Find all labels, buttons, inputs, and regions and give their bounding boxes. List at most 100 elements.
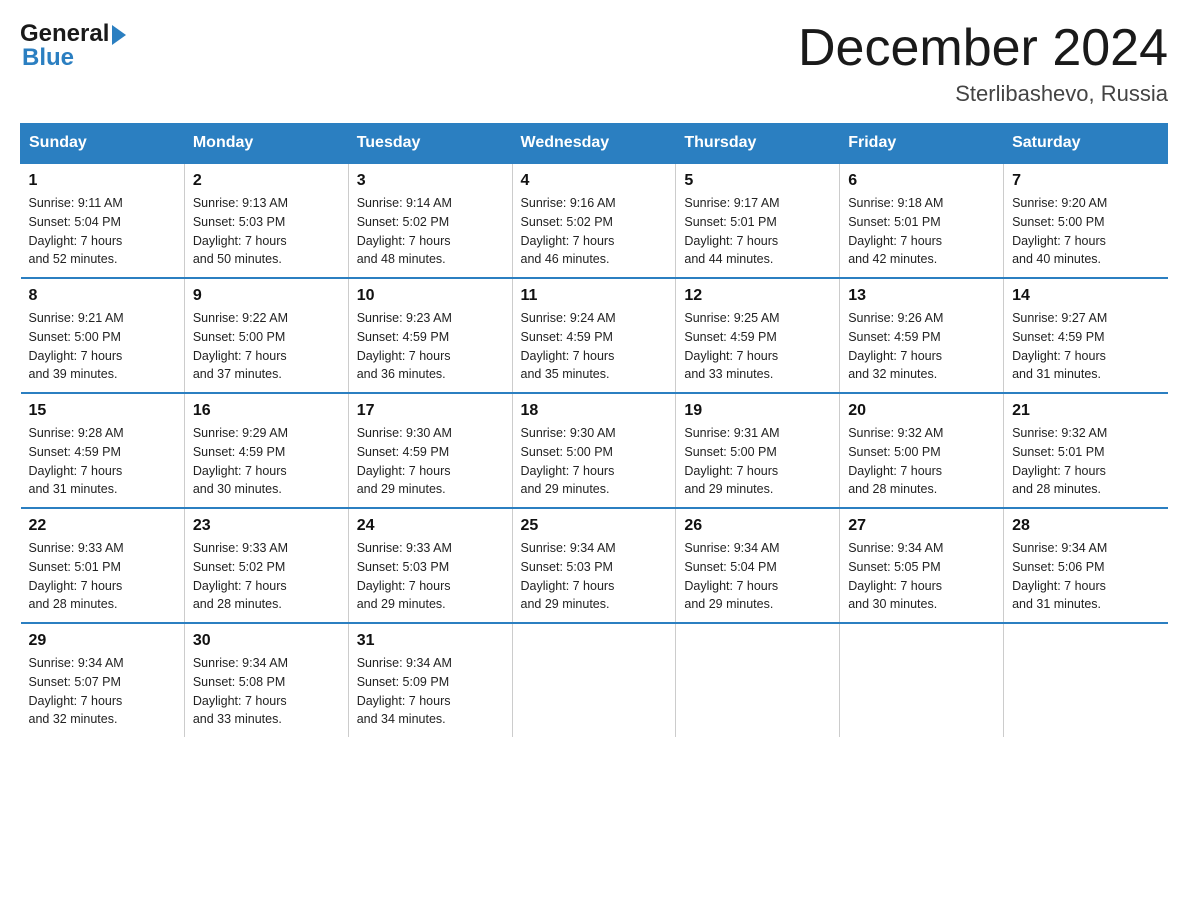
day-number: 11	[521, 287, 668, 305]
day-info: Sunrise: 9:34 AM Sunset: 5:04 PM Dayligh…	[684, 539, 831, 614]
day-number: 1	[29, 172, 176, 190]
calendar-cell: 4 Sunrise: 9:16 AM Sunset: 5:02 PM Daylig…	[512, 163, 676, 278]
day-number: 9	[193, 287, 340, 305]
calendar-cell: 3Sunrise: 9:14 AM Sunset: 5:02 PM Daylig…	[348, 163, 512, 278]
day-number: 10	[357, 287, 504, 305]
day-info: Sunrise: 9:22 AM Sunset: 5:00 PM Dayligh…	[193, 309, 340, 384]
calendar-cell: 30 Sunrise: 9:34 AM Sunset: 5:08 PM Dayli…	[184, 623, 348, 737]
day-info: Sunrise: 9:20 AM Sunset: 5:00 PM Dayligh…	[1012, 194, 1159, 269]
day-info: Sunrise: 9:28 AM Sunset: 4:59 PM Dayligh…	[29, 424, 176, 499]
day-info: Sunrise: 9:33 AM Sunset: 5:03 PM Dayligh…	[357, 539, 504, 614]
day-number: 13	[848, 287, 995, 305]
day-number: 26	[684, 517, 831, 535]
calendar-cell	[676, 623, 840, 737]
calendar-cell: 2 Sunrise: 9:13 AM Sunset: 5:03 PM Daylig…	[184, 163, 348, 278]
calendar-cell: 15 Sunrise: 9:28 AM Sunset: 4:59 PM Dayli…	[21, 393, 185, 508]
day-header-saturday: Saturday	[1004, 124, 1168, 164]
day-info: Sunrise: 9:33 AM Sunset: 5:01 PM Dayligh…	[29, 539, 176, 614]
day-info: Sunrise: 9:24 AM Sunset: 4:59 PM Dayligh…	[521, 309, 668, 384]
calendar-cell	[840, 623, 1004, 737]
calendar-cell: 5 Sunrise: 9:17 AM Sunset: 5:01 PM Daylig…	[676, 163, 840, 278]
calendar-cell	[1004, 623, 1168, 737]
calendar-table: SundayMondayTuesdayWednesdayThursdayFrid…	[20, 123, 1168, 737]
calendar-cell: 24Sunrise: 9:33 AM Sunset: 5:03 PM Dayli…	[348, 508, 512, 623]
day-info: Sunrise: 9:32 AM Sunset: 5:01 PM Dayligh…	[1012, 424, 1159, 499]
calendar-cell: 21 Sunrise: 9:32 AM Sunset: 5:01 PM Dayli…	[1004, 393, 1168, 508]
day-info: Sunrise: 9:34 AM Sunset: 5:06 PM Dayligh…	[1012, 539, 1159, 614]
day-number: 18	[521, 402, 668, 420]
calendar-cell: 18Sunrise: 9:30 AM Sunset: 5:00 PM Dayli…	[512, 393, 676, 508]
day-number: 22	[29, 517, 176, 535]
day-number: 14	[1012, 287, 1159, 305]
day-info: Sunrise: 9:34 AM Sunset: 5:09 PM Dayligh…	[357, 654, 504, 729]
day-info: Sunrise: 9:17 AM Sunset: 5:01 PM Dayligh…	[684, 194, 831, 269]
day-info: Sunrise: 9:34 AM Sunset: 5:07 PM Dayligh…	[29, 654, 176, 729]
day-info: Sunrise: 9:25 AM Sunset: 4:59 PM Dayligh…	[684, 309, 831, 384]
calendar-cell: 16 Sunrise: 9:29 AM Sunset: 4:59 PM Dayli…	[184, 393, 348, 508]
week-row-3: 15 Sunrise: 9:28 AM Sunset: 4:59 PM Dayli…	[21, 393, 1168, 508]
calendar-cell: 6 Sunrise: 9:18 AM Sunset: 5:01 PM Daylig…	[840, 163, 1004, 278]
calendar-cell: 13 Sunrise: 9:26 AM Sunset: 4:59 PM Dayli…	[840, 278, 1004, 393]
day-info: Sunrise: 9:21 AM Sunset: 5:00 PM Dayligh…	[29, 309, 176, 384]
day-info: Sunrise: 9:30 AM Sunset: 4:59 PM Dayligh…	[357, 424, 504, 499]
day-header-monday: Monday	[184, 124, 348, 164]
calendar-cell: 27Sunrise: 9:34 AM Sunset: 5:05 PM Dayli…	[840, 508, 1004, 623]
day-number: 31	[357, 632, 504, 650]
page-header: General Blue December 2024 Sterlibashevo…	[20, 20, 1168, 107]
day-info: Sunrise: 9:32 AM Sunset: 5:00 PM Dayligh…	[848, 424, 995, 499]
day-info: Sunrise: 9:29 AM Sunset: 4:59 PM Dayligh…	[193, 424, 340, 499]
calendar-cell: 23Sunrise: 9:33 AM Sunset: 5:02 PM Dayli…	[184, 508, 348, 623]
calendar-cell: 26 Sunrise: 9:34 AM Sunset: 5:04 PM Dayli…	[676, 508, 840, 623]
calendar-cell: 7 Sunrise: 9:20 AM Sunset: 5:00 PM Daylig…	[1004, 163, 1168, 278]
day-number: 7	[1012, 172, 1159, 190]
day-number: 4	[521, 172, 668, 190]
day-number: 12	[684, 287, 831, 305]
day-info: Sunrise: 9:16 AM Sunset: 5:02 PM Dayligh…	[521, 194, 668, 269]
day-number: 16	[193, 402, 340, 420]
day-number: 6	[848, 172, 995, 190]
week-row-2: 8Sunrise: 9:21 AM Sunset: 5:00 PM Daylig…	[21, 278, 1168, 393]
calendar-cell: 14 Sunrise: 9:27 AM Sunset: 4:59 PM Dayli…	[1004, 278, 1168, 393]
week-row-5: 29Sunrise: 9:34 AM Sunset: 5:07 PM Dayli…	[21, 623, 1168, 737]
day-header-thursday: Thursday	[676, 124, 840, 164]
day-header-row: SundayMondayTuesdayWednesdayThursdayFrid…	[21, 124, 1168, 164]
logo: General Blue	[20, 20, 126, 72]
day-number: 20	[848, 402, 995, 420]
day-number: 2	[193, 172, 340, 190]
calendar-cell: 1 Sunrise: 9:11 AM Sunset: 5:04 PM Daylig…	[21, 163, 185, 278]
calendar-cell: 12 Sunrise: 9:25 AM Sunset: 4:59 PM Dayli…	[676, 278, 840, 393]
day-info: Sunrise: 9:11 AM Sunset: 5:04 PM Dayligh…	[29, 194, 176, 269]
day-number: 21	[1012, 402, 1159, 420]
day-number: 17	[357, 402, 504, 420]
day-info: Sunrise: 9:26 AM Sunset: 4:59 PM Dayligh…	[848, 309, 995, 384]
title-block: December 2024 Sterlibashevo, Russia	[798, 20, 1168, 107]
day-number: 28	[1012, 517, 1159, 535]
day-header-wednesday: Wednesday	[512, 124, 676, 164]
day-number: 5	[684, 172, 831, 190]
day-info: Sunrise: 9:33 AM Sunset: 5:02 PM Dayligh…	[193, 539, 340, 614]
day-info: Sunrise: 9:18 AM Sunset: 5:01 PM Dayligh…	[848, 194, 995, 269]
day-header-sunday: Sunday	[21, 124, 185, 164]
week-row-1: 1 Sunrise: 9:11 AM Sunset: 5:04 PM Daylig…	[21, 163, 1168, 278]
calendar-cell: 28 Sunrise: 9:34 AM Sunset: 5:06 PM Dayli…	[1004, 508, 1168, 623]
day-info: Sunrise: 9:34 AM Sunset: 5:03 PM Dayligh…	[521, 539, 668, 614]
calendar-cell: 9 Sunrise: 9:22 AM Sunset: 5:00 PM Daylig…	[184, 278, 348, 393]
calendar-cell: 20 Sunrise: 9:32 AM Sunset: 5:00 PM Dayli…	[840, 393, 1004, 508]
calendar-cell: 29Sunrise: 9:34 AM Sunset: 5:07 PM Dayli…	[21, 623, 185, 737]
calendar-title: December 2024	[798, 20, 1168, 77]
day-info: Sunrise: 9:34 AM Sunset: 5:08 PM Dayligh…	[193, 654, 340, 729]
calendar-cell: 11 Sunrise: 9:24 AM Sunset: 4:59 PM Dayli…	[512, 278, 676, 393]
calendar-cell: 31 Sunrise: 9:34 AM Sunset: 5:09 PM Dayli…	[348, 623, 512, 737]
calendar-cell: 17 Sunrise: 9:30 AM Sunset: 4:59 PM Dayli…	[348, 393, 512, 508]
day-number: 19	[684, 402, 831, 420]
day-info: Sunrise: 9:27 AM Sunset: 4:59 PM Dayligh…	[1012, 309, 1159, 384]
logo-blue-text: Blue	[20, 44, 74, 72]
calendar-cell	[512, 623, 676, 737]
day-number: 15	[29, 402, 176, 420]
week-row-4: 22 Sunrise: 9:33 AM Sunset: 5:01 PM Dayli…	[21, 508, 1168, 623]
calendar-cell: 22 Sunrise: 9:33 AM Sunset: 5:01 PM Dayli…	[21, 508, 185, 623]
day-info: Sunrise: 9:13 AM Sunset: 5:03 PM Dayligh…	[193, 194, 340, 269]
day-number: 30	[193, 632, 340, 650]
day-header-tuesday: Tuesday	[348, 124, 512, 164]
day-header-friday: Friday	[840, 124, 1004, 164]
